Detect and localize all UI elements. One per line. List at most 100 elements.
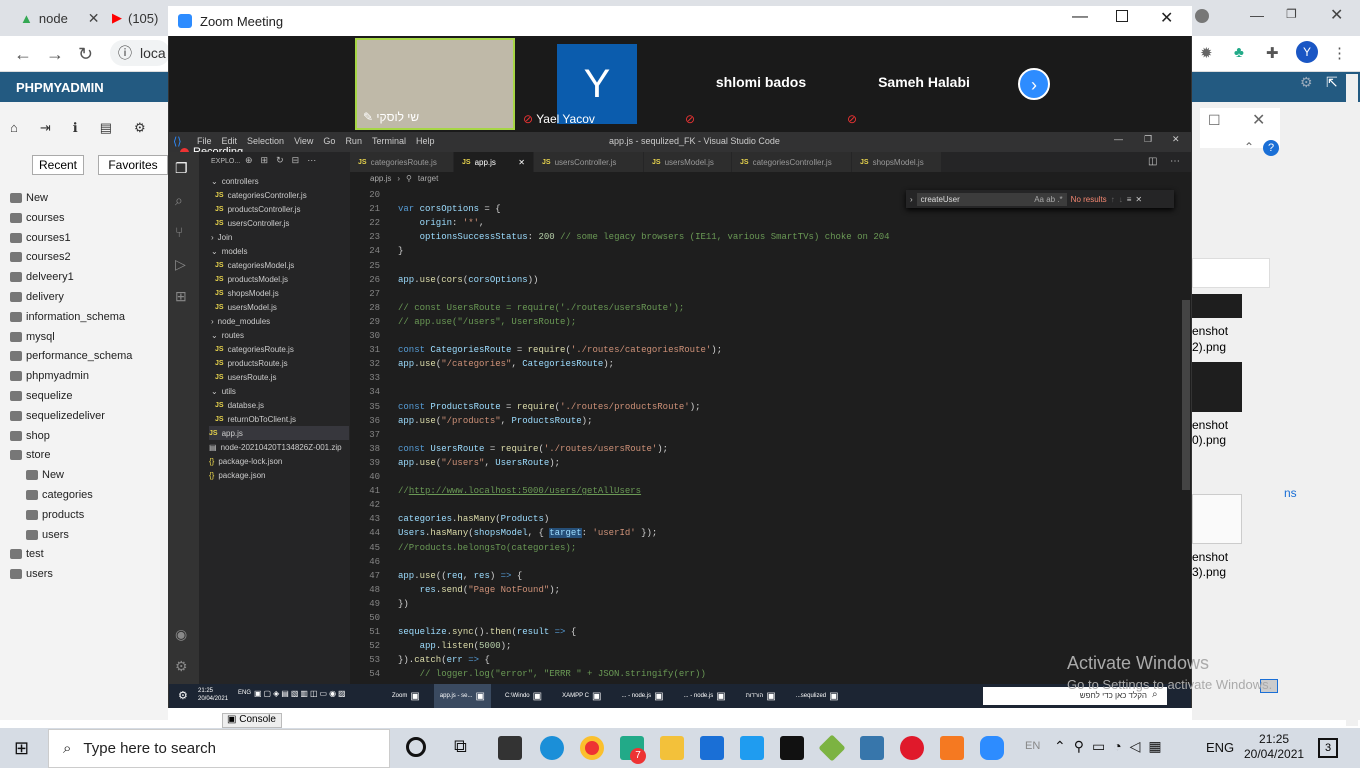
browser-tab[interactable]: ▶ (105) [112,6,158,30]
address-bar[interactable]: ⓘ loca [110,40,170,66]
new-file-icon[interactable]: ⊕ [245,155,253,166]
file-tree-item[interactable]: ⌄ models [211,244,248,258]
more-icon[interactable]: ⋮ [1332,44,1347,62]
thumbnail[interactable] [1192,294,1242,318]
file-name[interactable]: 0).png [1192,433,1226,447]
language-indicator[interactable]: ENG [238,690,251,696]
remote-task-item[interactable]: Zoom ▣ [386,684,426,708]
file-name[interactable]: enshot [1192,550,1228,564]
more-icon[interactable]: ⋯ [1170,156,1180,167]
remote-task-item[interactable]: ... - node.js ▣ [615,684,669,708]
menu-item[interactable]: Terminal [372,136,406,146]
scrollbar[interactable] [1268,296,1280,672]
file-tree-item[interactable]: › node_modules [211,314,270,328]
home-icon[interactable]: ⌂ [10,120,18,136]
thumbnail[interactable] [1192,494,1242,544]
editor-tab[interactable]: JS usersController.js [534,152,644,172]
docs-icon[interactable]: ▤ [100,120,112,136]
db-tree-item[interactable]: store [10,449,50,461]
file-tree-item[interactable]: JS categoriesModel.js [215,258,294,272]
editor-tab[interactable]: JS usersModel.js [644,152,732,172]
file-tree-item[interactable]: JS shopsModel.js [215,286,279,300]
db-tree-item[interactable]: categories [26,489,93,501]
link-fragment[interactable]: ns [1284,486,1297,500]
maximize-icon[interactable] [1116,10,1128,22]
avatar[interactable]: Y [1296,41,1318,63]
remote-task-item[interactable]: הורדות ▣ [740,684,782,708]
file-tree-item[interactable]: JS usersController.js [215,216,289,230]
tray-icons[interactable]: ⌃⚲▭◔◁▦ [1054,738,1170,755]
db-tree-item[interactable]: products [26,509,84,521]
file-tree-item[interactable]: JS databse.js [215,398,264,412]
notification-center-icon[interactable]: 3 [1318,738,1338,758]
search-icon[interactable]: ⌕ [175,192,183,209]
close-icon[interactable]: ✕ [518,158,525,167]
gear-icon[interactable]: ⚙ [175,658,188,675]
restore-icon[interactable]: ❐ [1286,7,1297,21]
list-icon[interactable]: ≡ [1127,195,1132,204]
chrome-menu-icon[interactable] [1195,9,1209,23]
restore-icon[interactable]: ❐ [1144,134,1152,145]
file-tree-item[interactable]: ⌄ routes [211,328,244,342]
code-editor[interactable]: 20 21 var corsOptions = {22 origin: '*', 23… [350,188,1176,682]
file-tree-item[interactable]: JS productsModel.js [215,272,288,286]
refresh-icon[interactable]: ↻ [276,155,284,166]
extensions-icon[interactable]: ⊞ [175,288,187,305]
file-name[interactable]: enshot [1192,418,1228,432]
menu-item[interactable]: Edit [222,136,238,146]
vscode-icon[interactable] [740,736,764,760]
collapse-icon[interactable]: ⇱ [1326,74,1338,91]
browser-tab[interactable]: ▲ node ✕ [20,6,100,30]
file-tree-item[interactable]: JS productsRoute.js [215,356,288,370]
language-indicator[interactable]: ENG [1206,740,1234,755]
editor-tab[interactable]: JS app.js ✕ [454,152,534,172]
db-tree-item[interactable]: users [26,529,69,541]
db-tree-item[interactable]: performance_schema [10,350,132,362]
remote-task-item[interactable]: ...sequlized ▣ [790,684,845,708]
source-control-icon[interactable]: ⑂ [175,224,183,240]
file-tree-item[interactable]: JS productsController.js [215,202,300,216]
file-name[interactable]: enshot [1192,324,1228,338]
settings-icon[interactable]: ⚙ [178,689,188,702]
gear-icon[interactable]: ⚙ [134,120,146,136]
close-icon[interactable]: ✕ [1135,195,1142,204]
editor-tab[interactable]: JS categoriesRoute.js [350,152,454,172]
puzzle-icon[interactable]: ✚ [1266,44,1279,62]
chevron-up-icon[interactable]: ⌃ [1244,140,1254,154]
menu-item[interactable]: File [197,136,212,146]
new-folder-icon[interactable]: ⊞ [261,155,269,166]
extension-icon[interactable]: ♣ [1234,44,1244,61]
favorites-button[interactable]: Favorites [98,155,168,175]
remote-task-item[interactable]: C:\Windo ▣ [499,684,548,708]
db-tree-item[interactable]: delveery1 [10,271,74,283]
participant-tile[interactable]: Sameh Halabi ⊘ [843,38,1005,130]
edge-icon[interactable] [540,736,564,760]
close-icon[interactable]: ✕ [1160,8,1173,28]
clock[interactable]: 21:25 20/04/2021 [1244,732,1304,762]
cortana-icon[interactable] [406,737,426,757]
minimize-icon[interactable]: — [1072,8,1088,26]
task-view-icon[interactable]: ⧉ [454,736,467,757]
menu-item[interactable]: Go [323,136,335,146]
db-tree-item[interactable]: test [10,548,44,560]
python-icon[interactable] [860,736,884,760]
scrollbar[interactable] [1346,74,1358,726]
db-tree-item[interactable]: users [10,568,53,580]
db-tree-item[interactable]: courses [10,212,65,224]
minimize-icon[interactable]: — [1250,7,1264,23]
file-tree-item[interactable]: JS app.js [209,426,349,440]
console-tab[interactable]: ▣ Console [222,713,282,728]
help-icon[interactable]: ? [1263,140,1279,156]
match-options-icon[interactable]: Aa ab .* [1034,193,1066,206]
search-field[interactable] [1192,258,1270,288]
forward-icon[interactable]: → [46,44,64,65]
file-tree-item[interactable]: JS usersRoute.js [215,370,276,384]
reload-icon[interactable]: ↻ [78,44,93,65]
info-icon[interactable]: ℹ [73,120,78,136]
menu-item[interactable]: Selection [247,136,284,146]
file-tree-item[interactable]: JS categoriesController.js [215,188,307,202]
editor-tab[interactable]: JS shopsModel.js [852,152,942,172]
breadcrumb-item[interactable]: app.js [370,174,391,183]
remote-task-item[interactable]: ... - node.js ▣ [678,684,732,708]
windows-start-icon[interactable]: ⊞ [14,738,29,759]
